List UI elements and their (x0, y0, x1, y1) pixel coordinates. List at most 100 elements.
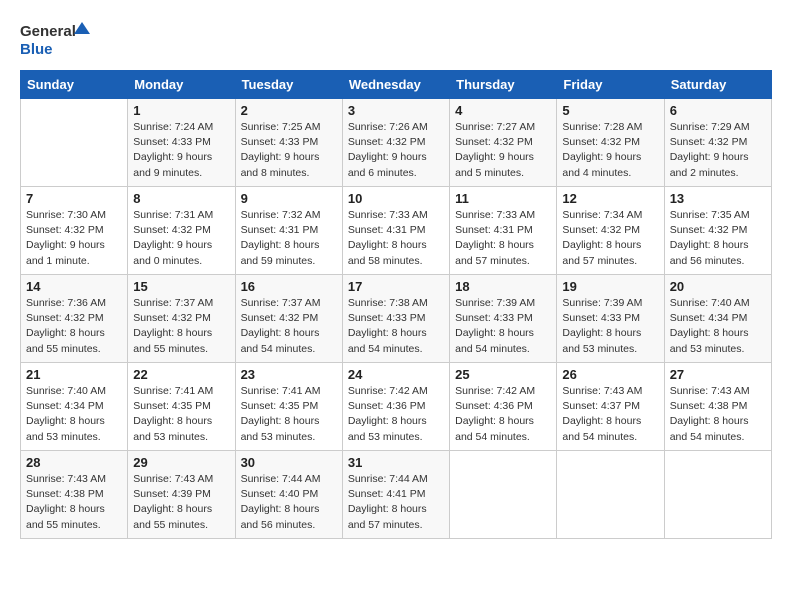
day-info: Sunrise: 7:40 AM Sunset: 4:34 PM Dayligh… (26, 384, 122, 445)
day-info: Sunrise: 7:33 AM Sunset: 4:31 PM Dayligh… (455, 208, 551, 269)
calendar-cell (450, 451, 557, 539)
calendar-week-row: 21 Sunrise: 7:40 AM Sunset: 4:34 PM Dayli… (21, 363, 772, 451)
calendar-week-row: 7 Sunrise: 7:30 AM Sunset: 4:32 PM Daylig… (21, 187, 772, 275)
day-info: Sunrise: 7:43 AM Sunset: 4:39 PM Dayligh… (133, 472, 229, 533)
day-number: 13 (670, 191, 766, 206)
day-number: 16 (241, 279, 337, 294)
svg-text:Blue: Blue (20, 41, 53, 58)
day-number: 21 (26, 367, 122, 382)
day-info: Sunrise: 7:33 AM Sunset: 4:31 PM Dayligh… (348, 208, 444, 269)
weekday-header: Saturday (664, 71, 771, 99)
weekday-header: Monday (128, 71, 235, 99)
calendar-cell: 6 Sunrise: 7:29 AM Sunset: 4:32 PM Daylig… (664, 99, 771, 187)
day-info: Sunrise: 7:40 AM Sunset: 4:34 PM Dayligh… (670, 296, 766, 357)
day-info: Sunrise: 7:39 AM Sunset: 4:33 PM Dayligh… (455, 296, 551, 357)
calendar-cell: 1 Sunrise: 7:24 AM Sunset: 4:33 PM Daylig… (128, 99, 235, 187)
calendar-cell (21, 99, 128, 187)
calendar-cell: 28 Sunrise: 7:43 AM Sunset: 4:38 PM Dayli… (21, 451, 128, 539)
day-info: Sunrise: 7:25 AM Sunset: 4:33 PM Dayligh… (241, 120, 337, 181)
day-info: Sunrise: 7:41 AM Sunset: 4:35 PM Dayligh… (133, 384, 229, 445)
calendar-cell: 14 Sunrise: 7:36 AM Sunset: 4:32 PM Dayli… (21, 275, 128, 363)
calendar-cell: 2 Sunrise: 7:25 AM Sunset: 4:33 PM Daylig… (235, 99, 342, 187)
day-info: Sunrise: 7:37 AM Sunset: 4:32 PM Dayligh… (133, 296, 229, 357)
day-number: 9 (241, 191, 337, 206)
day-number: 11 (455, 191, 551, 206)
day-info: Sunrise: 7:24 AM Sunset: 4:33 PM Dayligh… (133, 120, 229, 181)
calendar-week-row: 1 Sunrise: 7:24 AM Sunset: 4:33 PM Daylig… (21, 99, 772, 187)
day-number: 14 (26, 279, 122, 294)
calendar-cell: 12Sunrise: 7:34 AM Sunset: 4:32 PM Dayli… (557, 187, 664, 275)
calendar-cell: 23 Sunrise: 7:41 AM Sunset: 4:35 PM Dayli… (235, 363, 342, 451)
day-info: Sunrise: 7:35 AM Sunset: 4:32 PM Dayligh… (670, 208, 766, 269)
day-number: 5 (562, 103, 658, 118)
calendar-cell: 7 Sunrise: 7:30 AM Sunset: 4:32 PM Daylig… (21, 187, 128, 275)
calendar-cell: 17Sunrise: 7:38 AM Sunset: 4:33 PM Dayli… (342, 275, 449, 363)
calendar-cell: 30Sunrise: 7:44 AM Sunset: 4:40 PM Dayli… (235, 451, 342, 539)
calendar-cell: 13 Sunrise: 7:35 AM Sunset: 4:32 PM Dayli… (664, 187, 771, 275)
calendar-cell: 10 Sunrise: 7:33 AM Sunset: 4:31 PM Dayli… (342, 187, 449, 275)
day-info: Sunrise: 7:39 AM Sunset: 4:33 PM Dayligh… (562, 296, 658, 357)
calendar-cell: 15Sunrise: 7:37 AM Sunset: 4:32 PM Dayli… (128, 275, 235, 363)
weekday-header: Thursday (450, 71, 557, 99)
day-number: 3 (348, 103, 444, 118)
calendar-cell: 20 Sunrise: 7:40 AM Sunset: 4:34 PM Dayli… (664, 275, 771, 363)
day-info: Sunrise: 7:27 AM Sunset: 4:32 PM Dayligh… (455, 120, 551, 181)
weekday-header: Wednesday (342, 71, 449, 99)
day-number: 28 (26, 455, 122, 470)
weekday-header: Sunday (21, 71, 128, 99)
page-header: General Blue (20, 20, 772, 60)
day-number: 4 (455, 103, 551, 118)
day-info: Sunrise: 7:43 AM Sunset: 4:38 PM Dayligh… (26, 472, 122, 533)
day-info: Sunrise: 7:31 AM Sunset: 4:32 PM Dayligh… (133, 208, 229, 269)
calendar-cell: 31Sunrise: 7:44 AM Sunset: 4:41 PM Dayli… (342, 451, 449, 539)
day-number: 2 (241, 103, 337, 118)
day-number: 29 (133, 455, 229, 470)
calendar-cell: 24Sunrise: 7:42 AM Sunset: 4:36 PM Dayli… (342, 363, 449, 451)
calendar-cell: 22Sunrise: 7:41 AM Sunset: 4:35 PM Dayli… (128, 363, 235, 451)
calendar-cell: 21 Sunrise: 7:40 AM Sunset: 4:34 PM Dayli… (21, 363, 128, 451)
day-info: Sunrise: 7:42 AM Sunset: 4:36 PM Dayligh… (455, 384, 551, 445)
day-number: 1 (133, 103, 229, 118)
calendar-cell (557, 451, 664, 539)
day-number: 27 (670, 367, 766, 382)
day-number: 6 (670, 103, 766, 118)
day-info: Sunrise: 7:44 AM Sunset: 4:40 PM Dayligh… (241, 472, 337, 533)
day-info: Sunrise: 7:32 AM Sunset: 4:31 PM Dayligh… (241, 208, 337, 269)
calendar-cell: 18 Sunrise: 7:39 AM Sunset: 4:33 PM Dayli… (450, 275, 557, 363)
day-number: 12 (562, 191, 658, 206)
weekday-header: Friday (557, 71, 664, 99)
logo-svg: General Blue (20, 20, 90, 60)
svg-text:General: General (20, 23, 76, 40)
day-number: 24 (348, 367, 444, 382)
calendar-cell: 25Sunrise: 7:42 AM Sunset: 4:36 PM Dayli… (450, 363, 557, 451)
calendar-cell: 11 Sunrise: 7:33 AM Sunset: 4:31 PM Dayli… (450, 187, 557, 275)
day-info: Sunrise: 7:36 AM Sunset: 4:32 PM Dayligh… (26, 296, 122, 357)
calendar-cell: 9 Sunrise: 7:32 AM Sunset: 4:31 PM Daylig… (235, 187, 342, 275)
day-number: 26 (562, 367, 658, 382)
day-info: Sunrise: 7:26 AM Sunset: 4:32 PM Dayligh… (348, 120, 444, 181)
day-info: Sunrise: 7:44 AM Sunset: 4:41 PM Dayligh… (348, 472, 444, 533)
day-number: 7 (26, 191, 122, 206)
calendar-week-row: 28 Sunrise: 7:43 AM Sunset: 4:38 PM Dayli… (21, 451, 772, 539)
calendar-cell: 5Sunrise: 7:28 AM Sunset: 4:32 PM Daylig… (557, 99, 664, 187)
day-number: 23 (241, 367, 337, 382)
calendar-cell: 4 Sunrise: 7:27 AM Sunset: 4:32 PM Daylig… (450, 99, 557, 187)
day-info: Sunrise: 7:30 AM Sunset: 4:32 PM Dayligh… (26, 208, 122, 269)
day-number: 18 (455, 279, 551, 294)
calendar-cell: 26Sunrise: 7:43 AM Sunset: 4:37 PM Dayli… (557, 363, 664, 451)
day-number: 19 (562, 279, 658, 294)
weekday-row: SundayMondayTuesdayWednesdayThursdayFrid… (21, 71, 772, 99)
calendar-header: SundayMondayTuesdayWednesdayThursdayFrid… (21, 71, 772, 99)
calendar-cell: 29 Sunrise: 7:43 AM Sunset: 4:39 PM Dayli… (128, 451, 235, 539)
day-info: Sunrise: 7:41 AM Sunset: 4:35 PM Dayligh… (241, 384, 337, 445)
logo: General Blue (20, 20, 90, 60)
day-info: Sunrise: 7:38 AM Sunset: 4:33 PM Dayligh… (348, 296, 444, 357)
day-number: 10 (348, 191, 444, 206)
calendar-cell: 19 Sunrise: 7:39 AM Sunset: 4:33 PM Dayli… (557, 275, 664, 363)
calendar-week-row: 14 Sunrise: 7:36 AM Sunset: 4:32 PM Dayli… (21, 275, 772, 363)
day-number: 20 (670, 279, 766, 294)
calendar-cell (664, 451, 771, 539)
calendar-cell: 3 Sunrise: 7:26 AM Sunset: 4:32 PM Daylig… (342, 99, 449, 187)
day-info: Sunrise: 7:29 AM Sunset: 4:32 PM Dayligh… (670, 120, 766, 181)
calendar-table: SundayMondayTuesdayWednesdayThursdayFrid… (20, 70, 772, 539)
